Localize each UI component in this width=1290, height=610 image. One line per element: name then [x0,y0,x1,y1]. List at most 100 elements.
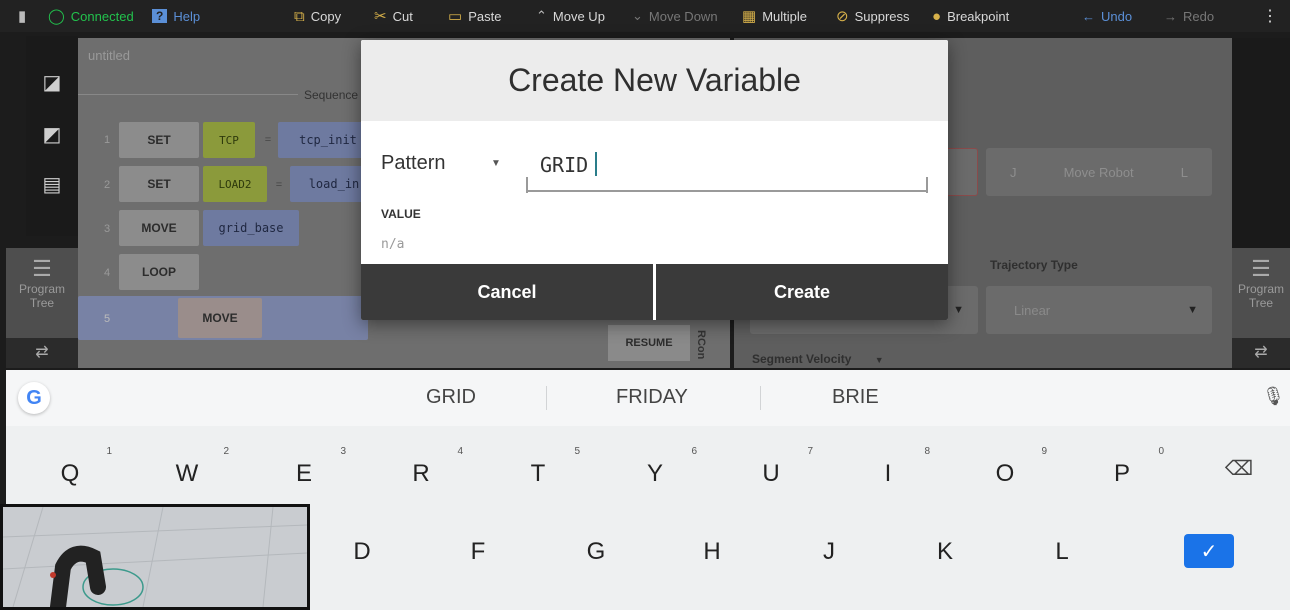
sequence-label: Sequence [304,88,359,102]
key-q[interactable]: Q1 [20,446,120,502]
key-h[interactable]: H [662,524,762,580]
cmd-block[interactable]: MOVE [119,210,199,246]
collapse-right-icon[interactable]: ⇄ [1232,338,1290,368]
breakpoint-button[interactable]: ● Breakpoint [932,0,1009,32]
help-label: Help [173,8,201,24]
trajectory-type-select[interactable]: Linear ▼ [986,286,1212,334]
key-hint: 7 [807,446,813,457]
connection-status[interactable]: ◯ Connected [48,0,134,32]
program-tree-label: Program Tree [1237,282,1284,310]
key-o[interactable]: O9 [955,446,1055,502]
key-t[interactable]: T5 [488,446,588,502]
brand-alt-icon[interactable]: ◩ [40,124,64,146]
cut-label: Cut [392,8,413,24]
cmd-block[interactable]: LOOP [119,254,199,290]
more-menu-icon[interactable]: ⋮ [1262,0,1278,32]
enter-checkmark-icon[interactable]: ✓ [1184,534,1234,568]
arg-block[interactable]: TCP [203,122,255,158]
suggestion-item[interactable]: BRIE [832,386,879,409]
key-j[interactable]: J [779,524,879,580]
redo-label: Redo [1183,8,1215,24]
suppress-button[interactable]: ⊘ Suppress [836,0,910,32]
cancel-button[interactable]: Cancel [361,264,653,320]
cmd-block[interactable]: MOVE [178,298,262,338]
program-tree-tab-right[interactable]: ☰ Program Tree [1232,248,1290,340]
undo-button[interactable]: ← Undo [1082,0,1132,32]
key-label: P [1113,460,1130,487]
collapse-left-icon[interactable]: ⇄ [6,338,78,368]
suggestion-item[interactable]: FRIDAY [616,386,688,409]
operator-label: = [275,179,283,191]
multiple-button[interactable]: ▦ Multiple [742,0,807,32]
key-r[interactable]: R4 [371,446,471,502]
copy-button[interactable]: ⧉ Copy [294,0,341,32]
google-icon[interactable]: G [18,382,50,414]
resume-button[interactable]: RESUME [608,325,690,361]
suppress-icon: ⊘ [836,8,849,25]
j-label: J [1010,164,1017,180]
sequence-divider [78,94,298,95]
move-down-label: Move Down [648,8,718,24]
program-tree-tab-left[interactable]: ☰ Program Tree [6,248,78,340]
redo-button[interactable]: → Redo [1164,0,1214,32]
cmd-block[interactable]: SET [119,166,199,202]
trajectory-value: Linear [1014,302,1051,318]
key-g[interactable]: G [546,524,646,580]
variable-name-input[interactable] [526,140,928,192]
key-hint: 2 [223,446,229,457]
list-icon: ☰ [32,256,52,281]
key-hint: 4 [457,446,463,457]
key-hint: 0 [1158,446,1164,457]
key-w[interactable]: W2 [137,446,237,502]
key-l[interactable]: L [1012,524,1112,580]
key-label: O [995,460,1015,487]
move-robot-button[interactable]: J Move Robot L [986,148,1212,196]
chevron-down-icon: ⌄ [632,8,643,23]
cut-button[interactable]: ✂ Cut [374,0,413,32]
caret-down-icon[interactable]: ▼ [491,158,501,169]
arg-block[interactable]: LOAD2 [203,166,267,202]
suggestion-item[interactable]: GRID [426,386,476,409]
redo-arrow-icon: → [1164,8,1177,24]
brand-icon[interactable]: ◪ [40,72,64,94]
paste-label: Paste [468,8,502,24]
key-label: R [412,460,430,487]
key-p[interactable]: P0 [1072,446,1172,502]
caret-down-icon: ▼ [1187,304,1198,316]
paste-button[interactable]: ▭ Paste [448,0,501,32]
segment-velocity-label[interactable]: Segment Velocity ▼ [752,352,884,366]
value-block[interactable]: grid_base [203,210,299,246]
key-hint: 6 [691,446,697,457]
help-icon: ? [152,9,168,23]
move-down-button[interactable]: ⌄ Move Down [632,0,718,32]
create-button[interactable]: Create [656,264,948,320]
connected-icon: ◯ [48,8,65,25]
key-k[interactable]: K [895,524,995,580]
row-number: 4 [103,267,111,279]
multiple-label: Multiple [762,8,807,24]
key-i[interactable]: I8 [838,446,938,502]
scissors-icon: ✂ [374,8,387,25]
key-u[interactable]: U7 [721,446,821,502]
microphone-icon[interactable]: 🎙 [1262,386,1285,407]
toolbox-icon[interactable]: ▤ [40,174,64,196]
backspace-icon[interactable]: ⌫ [1224,456,1254,480]
key-hint: 3 [340,446,346,457]
key-d[interactable]: D [312,524,412,580]
trajectory-type-label: Trajectory Type [990,258,1078,272]
key-label: U [762,460,780,487]
key-y[interactable]: Y6 [605,446,705,502]
key-f[interactable]: F [428,524,528,580]
cmd-block[interactable]: SET [119,122,199,158]
move-up-button[interactable]: ⌃ Move Up [536,0,605,32]
key-e[interactable]: E3 [254,446,354,502]
variable-type-dropdown[interactable]: Pattern [381,152,445,175]
app-root: ▮ ◯ Connected ? Help ⧉ Copy ✂ Cut ▭ Past… [0,0,1290,610]
chevron-up-icon: ⌃ [536,8,547,23]
caret-down-icon: ▼ [874,355,884,365]
value-label: VALUE [381,207,421,221]
row-number: 2 [103,179,111,191]
robot-3d-preview[interactable] [0,504,310,610]
copy-icon: ⧉ [294,7,305,25]
help-button[interactable]: ? Help [152,0,200,32]
